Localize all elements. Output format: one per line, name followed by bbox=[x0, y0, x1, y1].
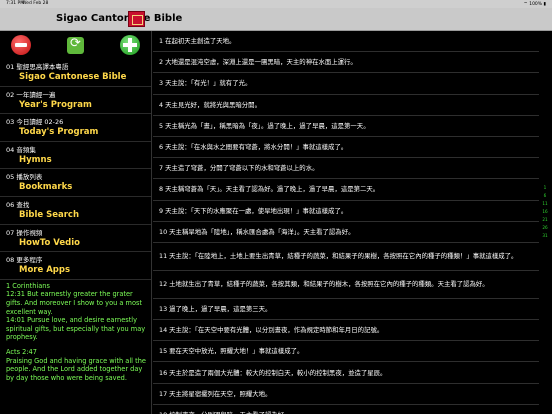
menu-item[interactable]: 01 聖經思高譯本粵語 Sigao Cantonese Bible bbox=[0, 59, 151, 87]
menu-item-zh-label: 07 操作視頻 bbox=[6, 228, 43, 237]
add-icon[interactable] bbox=[120, 35, 140, 55]
menu-item-en-label: Year's Program bbox=[19, 99, 92, 110]
verse-text: 1 在起初天主創造了天地。 bbox=[159, 37, 236, 46]
refresh-icon[interactable] bbox=[67, 36, 84, 54]
main-menu: 01 聖經思高譯本粵語 Sigao Cantonese Bible 02 一年讀經一… bbox=[0, 59, 151, 280]
menu-item-en-label: More Apps bbox=[19, 265, 71, 276]
verse-text: 6 天主說：「在水與水之間要有穹蒼，將水分開！」事就這樣成了。 bbox=[159, 143, 348, 152]
verse-row[interactable]: 18 控制晝夜，分別明與暗。天主看了認為好。 bbox=[153, 405, 539, 414]
toolbar bbox=[0, 31, 151, 59]
index-item[interactable]: 6 bbox=[541, 192, 549, 200]
battery-percent: 100% bbox=[529, 2, 543, 7]
verse-text: 13 過了晚上，過了早晨，這是第三天。 bbox=[159, 304, 272, 313]
daily-verses: 1 Corinthians 12:31 But earnestly greate… bbox=[0, 280, 151, 383]
verse-row[interactable]: 16 天主於是造了兩個大光體：較大的控制白天，較小的控制黑夜，並造了星辰。 bbox=[153, 362, 539, 384]
verse-text: 12 土地就生出了青草，結種子的蔬菜，各按其類，和結果子的樹木，各按照在它內的種… bbox=[159, 280, 489, 289]
verse-row[interactable]: 7 天主造了穹蒼，分開了穹蒼以下的水和穹蒼以上的水。 bbox=[153, 158, 539, 180]
menu-item-zh-label: 05 播放列表 bbox=[6, 173, 43, 182]
verse-text: 2 大地還是混沌空虛，深淵上還是一團黑暗，天主的神在水面上運行。 bbox=[159, 58, 357, 67]
verse-text: 4 天主見光好，就將光與黑暗分開。 bbox=[159, 100, 261, 109]
verse-text: 12:31 But earnestly greater the grater g… bbox=[6, 290, 143, 316]
menu-item-zh-label: 01 聖經思高譯本粵語 bbox=[6, 63, 69, 71]
status-date: Wed Feb 28 bbox=[22, 1, 49, 6]
menu-item[interactable]: 08 更多程序 More Apps bbox=[0, 252, 151, 280]
verse-index[interactable]: 1 6 11 16 21 26 31 bbox=[541, 184, 549, 240]
title-bar: Sigao Cantonese Bible bbox=[0, 8, 552, 31]
index-item[interactable]: 26 bbox=[541, 224, 549, 232]
verse-text: 15 要在天空中放光，照耀大地！」事就這樣成了。 bbox=[159, 347, 304, 356]
verse-text: 7 天主造了穹蒼，分開了穹蒼以下的水和穹蒼以上的水。 bbox=[159, 164, 319, 173]
menu-item-zh-label: 06 查找 bbox=[6, 200, 30, 209]
verse-row[interactable]: 14 天主說：「在天空中要有光體，以分別晝夜，作為規定時節和年月日的記號。 bbox=[153, 320, 539, 342]
verse-text: Praising God and having grace with all t… bbox=[6, 356, 146, 382]
verse-row[interactable]: 13 過了晚上，過了早晨，這是第三天。 bbox=[153, 299, 539, 321]
verse-text: 14 天主說：「在天空中要有光體，以分別晝夜，作為規定時節和年月日的記號。 bbox=[159, 326, 384, 335]
menu-item-zh-label: 04 音頻集 bbox=[6, 145, 36, 154]
verse-text: 9 天主說：「天下的水應聚在一處，使旱地出現！」事就這樣成了。 bbox=[159, 206, 348, 215]
verse-ref: 1 Corinthians bbox=[6, 281, 50, 290]
verse-ref: Acts 2:47 bbox=[6, 347, 37, 356]
verse-row[interactable]: 10 天主稱旱地為「陸地」，稱水匯合處為「海洋」。天主看了認為好。 bbox=[153, 222, 539, 243]
menu-item-en-label: Bookmarks bbox=[19, 182, 73, 193]
menu-item-en-label: Bible Search bbox=[19, 209, 80, 220]
verse-row[interactable]: 2 大地還是混沌空虛，深淵上還是一團黑暗，天主的神在水面上運行。 bbox=[153, 52, 539, 74]
verse-row[interactable]: 4 天主見光好，就將光與黑暗分開。 bbox=[153, 95, 539, 116]
menu-item-zh-label: 08 更多程序 bbox=[6, 256, 43, 265]
verse-row[interactable]: 11 天主說：「在陸地上，土地上要生出青草，結種子的蔬菜，和結果子的果樹，各按照… bbox=[153, 243, 539, 271]
verse-text: 3 天主說：「有光！」就有了光。 bbox=[159, 79, 252, 88]
verse-row[interactable]: 9 天主說：「天下的水應聚在一處，使旱地出現！」事就這樣成了。 bbox=[153, 201, 539, 222]
menu-item[interactable]: 03 今日讀經 02-26 Today's Program bbox=[0, 114, 151, 142]
index-item[interactable]: 21 bbox=[541, 216, 549, 224]
verse-text: 5 天主稱光為「晝」，稱黑暗為「夜」。過了晚上，過了早晨，這是第一天。 bbox=[159, 121, 370, 130]
verse-text: 17 天主將星宿擺列在天空，照耀大地。 bbox=[159, 389, 272, 398]
menu-item[interactable]: 02 一年讀經一遍 Year's Program bbox=[0, 87, 151, 115]
menu-item-en-label: Hymns bbox=[19, 154, 52, 165]
verse-text: 14:01 Pursue love, and desire earnestly … bbox=[6, 316, 146, 342]
verse-row[interactable]: 17 天主將星宿擺列在天空，照耀大地。 bbox=[153, 384, 539, 405]
menu-item-zh-label: 03 今日讀經 02-26 bbox=[6, 118, 64, 127]
menu-item-zh-label: 02 一年讀經一遍 bbox=[6, 90, 56, 99]
verse-text: 16 天主於是造了兩個大光體：較大的控制白天，較小的控制黑夜，並造了星辰。 bbox=[159, 368, 387, 377]
chapter-content[interactable]: 1 在起初天主創造了天地。 2 大地還是混沌空虛，深淵上還是一團黑暗，天主的神在水… bbox=[153, 31, 539, 414]
index-item[interactable]: 16 bbox=[541, 208, 549, 216]
verse-text: 18 控制晝夜，分別明與暗。天主看了認為好。 bbox=[159, 410, 291, 414]
remove-icon[interactable] bbox=[11, 35, 31, 55]
index-item[interactable]: 11 bbox=[541, 200, 549, 208]
index-item[interactable]: 31 bbox=[541, 232, 549, 240]
left-panel: 01 聖經思高譯本粵語Sigao Cantonese Bible02 一年讀經一… bbox=[0, 31, 152, 414]
app-title: Sigao Cantonese Bible bbox=[56, 13, 183, 24]
status-bar: 7:31 PM Wed Feb 28 ⌔ 100% ▮ bbox=[0, 0, 552, 8]
verse-row[interactable]: 5 天主稱光為「晝」，稱黑暗為「夜」。過了晚上，過了早晨，這是第一天。 bbox=[153, 116, 539, 137]
verse-row[interactable]: 8 天主稱穹蒼為「天」。天主看了認為好。過了晚上，過了早晨，這是第二天。 bbox=[153, 179, 539, 201]
verse-row[interactable]: 3 天主說：「有光！」就有了光。 bbox=[153, 73, 539, 95]
verse-text: 8 天主稱穹蒼為「天」。天主看了認為好。過了晚上，過了早晨，這是第二天。 bbox=[159, 185, 380, 194]
verse-text: 11 天主說：「在陸地上，土地上要生出青草，結種子的蔬菜，和結果子的果樹，各按照… bbox=[159, 252, 518, 261]
verse-text: 10 天主稱旱地為「陸地」，稱水匯合處為「海洋」。天主看了認為好。 bbox=[159, 227, 355, 236]
status-battery: ⌔ 100% ▮ bbox=[523, 2, 546, 7]
app-logo-icon bbox=[128, 11, 145, 27]
menu-item-en-label: Sigao Cantonese Bible bbox=[19, 72, 127, 82]
menu-item-en-label: HowTo Vedio bbox=[19, 237, 80, 248]
verse-row[interactable]: 12 土地就生出了青草，結種子的蔬菜，各按其類，和結果子的樹木，各按照在它內的種… bbox=[153, 271, 539, 299]
menu-item[interactable]: 04 音頻集 Hymns bbox=[0, 142, 151, 170]
menu-item[interactable]: 05 播放列表 Bookmarks bbox=[0, 169, 151, 197]
menu-item[interactable]: 06 查找 Bible Search bbox=[0, 197, 151, 225]
menu-item-en-label: Today's Program bbox=[19, 127, 99, 138]
menu-item[interactable]: 07 操作視頻 HowTo Vedio bbox=[0, 225, 151, 253]
index-item[interactable]: 1 bbox=[541, 184, 549, 192]
verse-row[interactable]: 6 天主說：「在水與水之間要有穹蒼，將水分開！」事就這樣成了。 bbox=[153, 137, 539, 159]
verse-row[interactable]: 1 在起初天主創造了天地。 bbox=[153, 31, 539, 53]
verse-row[interactable]: 15 要在天空中放光，照耀大地！」事就這樣成了。 bbox=[153, 341, 539, 363]
